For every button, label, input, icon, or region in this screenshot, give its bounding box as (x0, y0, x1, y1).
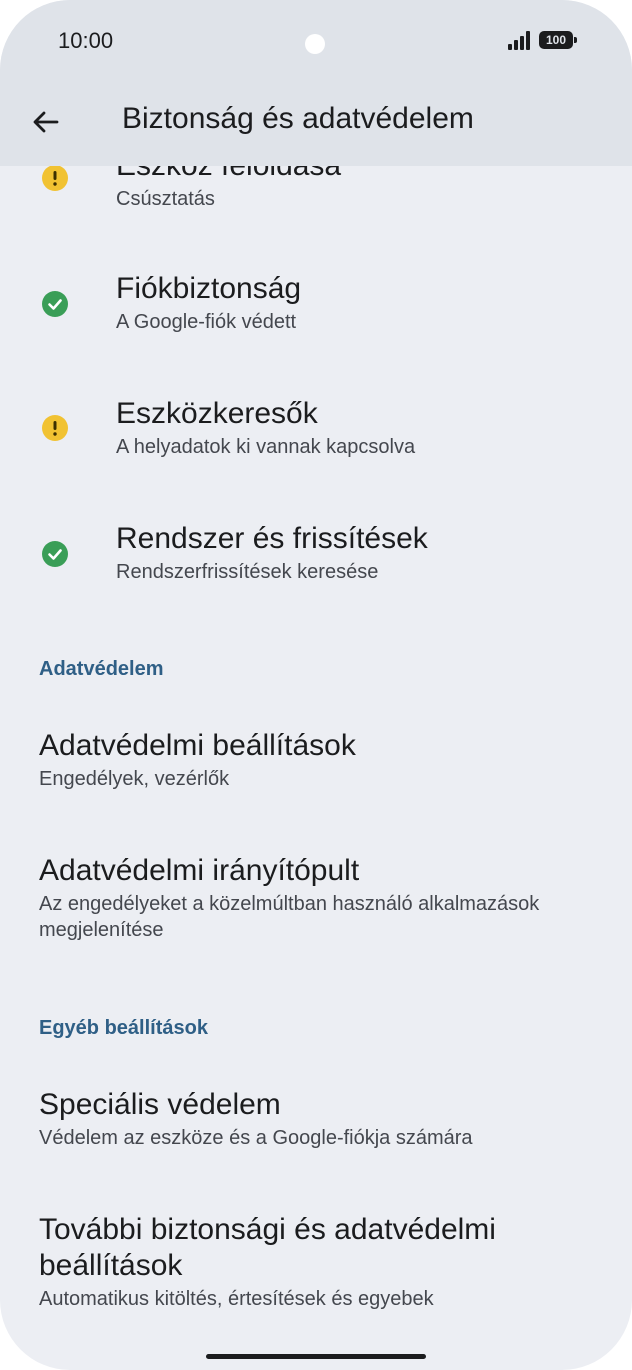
list-item-system-updates[interactable]: Rendszer és frissítések Rendszerfrissíté… (0, 521, 632, 585)
page-title: Biztonság és adatvédelem (122, 102, 474, 135)
app-bar: Biztonság és adatvédelem (0, 84, 632, 166)
home-indicator[interactable] (206, 1354, 426, 1359)
item-subtitle: Automatikus kitöltés, értesítések és egy… (39, 1288, 434, 1310)
list-item-more-settings[interactable]: További biztonsági és adatvédelmi beállí… (0, 1212, 632, 1312)
list-item-account-security[interactable]: Fiókbiztonság A Google-fiók védett (0, 271, 632, 335)
item-subtitle: Engedélyek, vezérlők (39, 768, 230, 790)
item-title: Adatvédelmi irányítópult (39, 854, 360, 887)
camera-cutout (305, 34, 325, 54)
status-time: 10:00 (58, 28, 114, 53)
item-title: Rendszer és frissítések (116, 522, 428, 555)
battery-icon: 100 (539, 31, 577, 49)
check-icon (42, 291, 68, 317)
item-title: Eszközkeresők (116, 397, 318, 430)
list-item-advanced-protection[interactable]: Speciális védelem Védelem az eszköze és … (0, 1087, 632, 1151)
item-title: Fiókbiztonság (116, 272, 302, 305)
phone-screen: Eszköz feloldása Csúsztatás Fiókbiztonsá… (0, 0, 632, 1370)
item-subtitle: Védelem az eszköze és a Google-fiókja sz… (39, 1127, 473, 1149)
warning-icon (42, 415, 68, 441)
section-header-privacy: Adatvédelem (39, 658, 164, 680)
status-bar: 10:00 100 (0, 0, 632, 84)
warning-icon (42, 165, 68, 191)
list-item-privacy-dashboard[interactable]: Adatvédelmi irányítópult Az engedélyeket… (0, 853, 632, 943)
item-title: Speciális védelem (39, 1088, 281, 1121)
list-item-device-finders[interactable]: Eszközkeresők A helyadatok ki vannak kap… (0, 396, 632, 460)
item-subtitle: Az engedélyeket a közelmúltban használó … (39, 893, 540, 941)
settings-list: Eszköz feloldása Csúsztatás Fiókbiztonsá… (0, 0, 632, 1370)
check-icon (42, 541, 68, 567)
item-subtitle: Csúsztatás (116, 188, 215, 210)
section-header-other-settings: Egyéb beállítások (39, 1017, 208, 1039)
item-subtitle: Rendszerfrissítések keresése (116, 561, 379, 583)
signal-icon (508, 30, 534, 50)
list-item-privacy-settings[interactable]: Adatvédelmi beállítások Engedélyek, vezé… (0, 728, 632, 792)
item-subtitle: A helyadatok ki vannak kapcsolva (116, 436, 416, 458)
item-title: További biztonsági és adatvédelmi beállí… (39, 1213, 496, 1282)
back-arrow-icon[interactable] (30, 106, 62, 138)
item-title: Adatvédelmi beállítások (39, 729, 356, 762)
item-subtitle: A Google-fiók védett (116, 311, 297, 333)
